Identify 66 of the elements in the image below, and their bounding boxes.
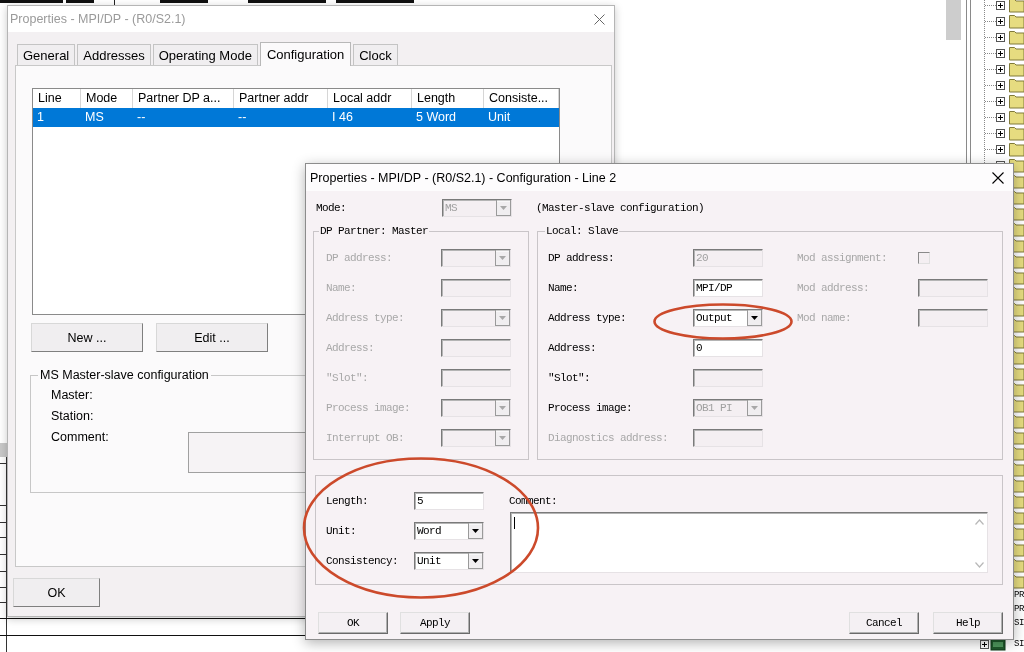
table-cell-text: 5 Word (415, 109, 458, 126)
field-label: Address: (548, 342, 597, 354)
field-label: Name: (326, 282, 357, 294)
mode-description: (Master-slave configuration) (536, 201, 705, 214)
field-label: Diagnostics address: (548, 432, 670, 444)
dialog-button[interactable]: Cancel (849, 612, 919, 634)
scrollbar-thumb[interactable] (946, 0, 961, 40)
field-label: Address: (326, 342, 375, 354)
field-label: Mod name: (797, 312, 852, 324)
comment-field[interactable] (510, 512, 988, 573)
tab[interactable]: Configuration (259, 42, 352, 66)
table-cell-text: -- (237, 109, 248, 126)
field-label: Address type: (548, 312, 627, 324)
field-label: Comment: (51, 429, 110, 446)
dialog-button[interactable]: Apply (400, 612, 470, 634)
field-label: Mod assignment: (797, 252, 889, 264)
dropdown[interactable]: Word (414, 522, 484, 540)
dropdown[interactable]: Unit (414, 552, 484, 570)
table-cell-text: 1 (36, 109, 45, 126)
tab[interactable]: Operating Mode (152, 44, 258, 65)
table-row[interactable]: 1 MS -- -- I 46 5 Word Unit (33, 108, 559, 127)
tab[interactable]: General (17, 44, 76, 65)
field-label: Master: (51, 387, 94, 404)
ok-button[interactable]: OK (13, 578, 100, 607)
field-label: "Slot": (548, 372, 591, 384)
table-cell-text: MS (84, 109, 105, 126)
window-title: Properties - MPI/DP - (R0/S2.1) - Configuration - Line 2 (310, 170, 617, 185)
field-label: Unit: (326, 525, 357, 537)
text-field[interactable]: 0 (693, 339, 763, 357)
field-label: Process image: (326, 402, 411, 414)
field-label: DP address: (326, 252, 393, 264)
dropdown[interactable]: Output (693, 309, 763, 327)
field-label: Name: (548, 282, 579, 294)
text-field[interactable]: 5 (414, 492, 484, 510)
dialog-button[interactable]: OK (318, 612, 388, 634)
dialog-button[interactable]: Help (933, 612, 1003, 634)
tree-item-label[interactable]: SI (1014, 637, 1024, 651)
field-label: Length: (326, 495, 369, 507)
table-cell-text: Unit (487, 109, 512, 126)
group-title: Local: Slave (545, 225, 619, 237)
tree-item-label[interactable]: PR (1014, 602, 1024, 616)
text-field[interactable]: MPI/DP (693, 279, 763, 297)
table-cell-text: I 46 (331, 109, 354, 126)
field-label: Interrupt OB: (326, 432, 405, 444)
field-label: "Slot": (326, 372, 369, 384)
scroll-down-icon[interactable] (974, 562, 984, 568)
field-label: Mod address: (797, 282, 870, 294)
window-title: Properties - MPI/DP - (R0/S2.1) (10, 12, 186, 26)
field-label: Consistency: (326, 555, 399, 567)
field-label: Address type: (326, 312, 405, 324)
field-label: DP address: (548, 252, 615, 264)
action-button[interactable]: Edit ... (156, 323, 268, 352)
field-label: Process image: (548, 402, 633, 414)
tab[interactable]: Addresses (77, 44, 151, 65)
tab[interactable]: Clock (353, 44, 398, 65)
comment-field[interactable] (188, 432, 305, 473)
tree-item-label[interactable]: PR (1014, 588, 1024, 602)
table-cell-text: -- (136, 109, 147, 126)
field-label: Station: (51, 408, 95, 425)
close-icon[interactable] (992, 171, 1004, 184)
field-label: Mode: (316, 201, 347, 214)
group-title: DP Partner: Master (319, 225, 430, 237)
group-title: MS Master-slave configuration (39, 368, 210, 382)
scroll-up-icon[interactable] (974, 519, 984, 525)
action-button[interactable]: New ... (31, 323, 143, 352)
tree-item-label[interactable]: SI (1014, 616, 1024, 630)
